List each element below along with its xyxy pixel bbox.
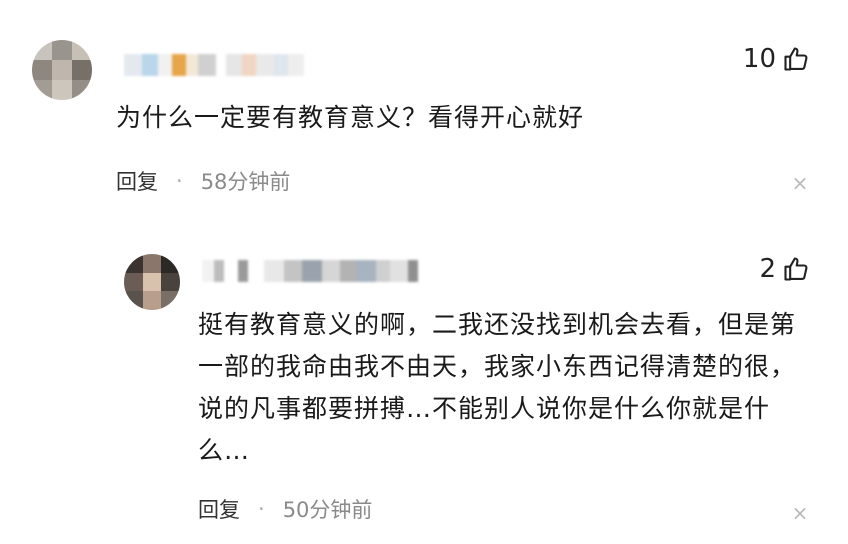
reply-button[interactable]: 回复 bbox=[116, 166, 158, 196]
thumbs-up-icon bbox=[784, 47, 808, 71]
comment-meta: 回复 · 58分钟前 bbox=[116, 166, 290, 196]
close-icon[interactable]: × bbox=[790, 173, 810, 193]
meta-separator: · bbox=[258, 497, 265, 521]
comment-meta: 回复 · 50分钟前 bbox=[198, 494, 372, 524]
username-blurred[interactable] bbox=[202, 260, 418, 282]
reply-button[interactable]: 回复 bbox=[198, 494, 240, 524]
comment-text: 挺有教育意义的啊，二我还没找到机会去看，但是第一部的我命由我不由天，我家小东西记… bbox=[198, 310, 797, 465]
timestamp: 58分钟前 bbox=[200, 170, 291, 194]
username-blurred[interactable] bbox=[124, 54, 304, 76]
like-count: 10 bbox=[742, 44, 776, 74]
like-button[interactable]: 2 bbox=[759, 254, 810, 284]
avatar[interactable] bbox=[32, 40, 92, 100]
meta-separator: · bbox=[176, 169, 183, 193]
avatar[interactable] bbox=[124, 254, 180, 310]
like-button[interactable]: 10 bbox=[743, 44, 810, 74]
timestamp: 50分钟前 bbox=[282, 498, 373, 522]
thumbs-up-icon bbox=[784, 257, 808, 281]
comment-text: 为什么一定要有教育意义？看得开心就好 bbox=[116, 103, 585, 132]
like-count: 2 bbox=[759, 254, 776, 284]
close-icon[interactable]: × bbox=[790, 503, 810, 523]
